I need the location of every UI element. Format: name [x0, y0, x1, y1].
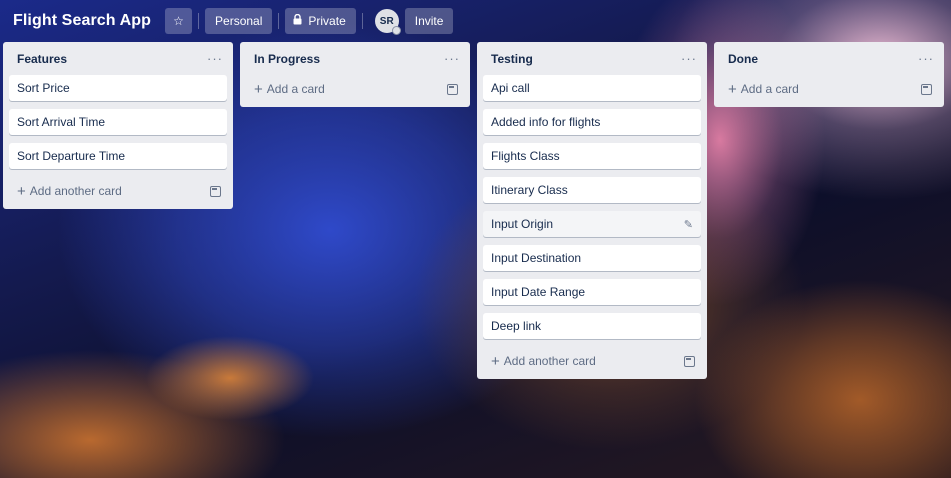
card[interactable]: Sort Arrival Time [9, 109, 227, 135]
card[interactable]: Flights Class [483, 143, 701, 169]
list-menu-icon[interactable]: ··· [207, 51, 223, 66]
card[interactable]: Sort Departure Time [9, 143, 227, 169]
card-title: Sort Departure Time [17, 149, 126, 163]
list-menu-icon[interactable]: ··· [444, 51, 460, 66]
list-testing: Testing ··· Api call Added info for flig… [477, 42, 707, 379]
add-card-label: Add a card [266, 82, 325, 96]
card[interactable]: Input Origin ✎ [483, 211, 701, 237]
add-card-button[interactable]: + Add a card [728, 81, 799, 98]
add-card-row: + Add another card [9, 177, 227, 205]
create-from-template-icon[interactable] [447, 83, 458, 95]
admin-badge-icon [391, 26, 401, 35]
card-title: Itinerary Class [491, 183, 568, 197]
lock-icon [293, 13, 302, 28]
card-title: Sort Arrival Time [17, 115, 106, 129]
avatar-initials: SR [379, 15, 394, 27]
card-title: Flights Class [491, 149, 560, 163]
card-title: Input Date Range [491, 285, 586, 299]
add-card-button[interactable]: + Add a card [254, 81, 325, 98]
board-header: Flight Search App ☆ Personal Private SR … [0, 0, 951, 42]
add-card-row: + Add another card [483, 347, 701, 375]
plus-icon: + [254, 80, 263, 98]
card[interactable]: Input Date Range [483, 279, 701, 305]
card[interactable]: Itinerary Class [483, 177, 701, 203]
visibility-label: Private [308, 14, 346, 28]
add-card-row: + Add a card [720, 75, 938, 103]
star-icon: ☆ [173, 14, 184, 28]
header-divider [361, 13, 363, 29]
list-title[interactable]: Testing [491, 52, 533, 66]
card[interactable]: Added info for flights [483, 109, 701, 135]
add-card-button[interactable]: + Add another card [491, 353, 596, 370]
header-divider [198, 13, 200, 29]
create-from-template-icon[interactable] [684, 355, 695, 367]
plus-icon: + [17, 182, 26, 200]
header-divider [278, 13, 280, 29]
add-card-label: Add a card [740, 82, 799, 96]
add-card-button[interactable]: + Add another card [17, 183, 122, 200]
add-card-label: Add another card [29, 184, 122, 198]
card-title: Deep link [491, 319, 542, 333]
card[interactable]: Api call [483, 75, 701, 101]
star-button[interactable]: ☆ [165, 8, 193, 34]
list-menu-icon[interactable]: ··· [918, 51, 934, 66]
plus-icon: + [728, 80, 737, 98]
card[interactable]: Deep link [483, 313, 701, 339]
list-header: In Progress ··· [246, 42, 464, 75]
card-title: Api call [491, 81, 530, 95]
list-header: Features ··· [9, 42, 227, 75]
list-header: Testing ··· [483, 42, 701, 75]
edit-pencil-icon[interactable]: ✎ [684, 218, 693, 231]
invite-button[interactable]: Invite [404, 8, 454, 34]
board-title[interactable]: Flight Search App [13, 12, 151, 30]
card-title: Sort Price [17, 81, 70, 95]
personal-button[interactable]: Personal [205, 8, 273, 34]
list-title[interactable]: Features [17, 52, 67, 66]
card[interactable]: Input Destination [483, 245, 701, 271]
card-title: Input Destination [491, 251, 582, 265]
plus-icon: + [491, 352, 500, 370]
list-in-progress: In Progress ··· + Add a card [240, 42, 470, 107]
list-header: Done ··· [720, 42, 938, 75]
card-title: Input Origin [491, 217, 554, 231]
visibility-button[interactable]: Private [285, 8, 356, 34]
list-title[interactable]: In Progress [254, 52, 320, 66]
card[interactable]: Sort Price [9, 75, 227, 101]
list-done: Done ··· + Add a card [714, 42, 944, 107]
list-title[interactable]: Done [728, 52, 758, 66]
create-from-template-icon[interactable] [210, 185, 221, 197]
card-title: Added info for flights [491, 115, 601, 129]
add-card-label: Add another card [503, 354, 596, 368]
member-avatar[interactable]: SR [374, 9, 401, 35]
create-from-template-icon[interactable] [921, 83, 932, 95]
list-features: Features ··· Sort Price Sort Arrival Tim… [3, 42, 233, 209]
add-card-row: + Add a card [246, 75, 464, 103]
list-menu-icon[interactable]: ··· [681, 51, 697, 66]
